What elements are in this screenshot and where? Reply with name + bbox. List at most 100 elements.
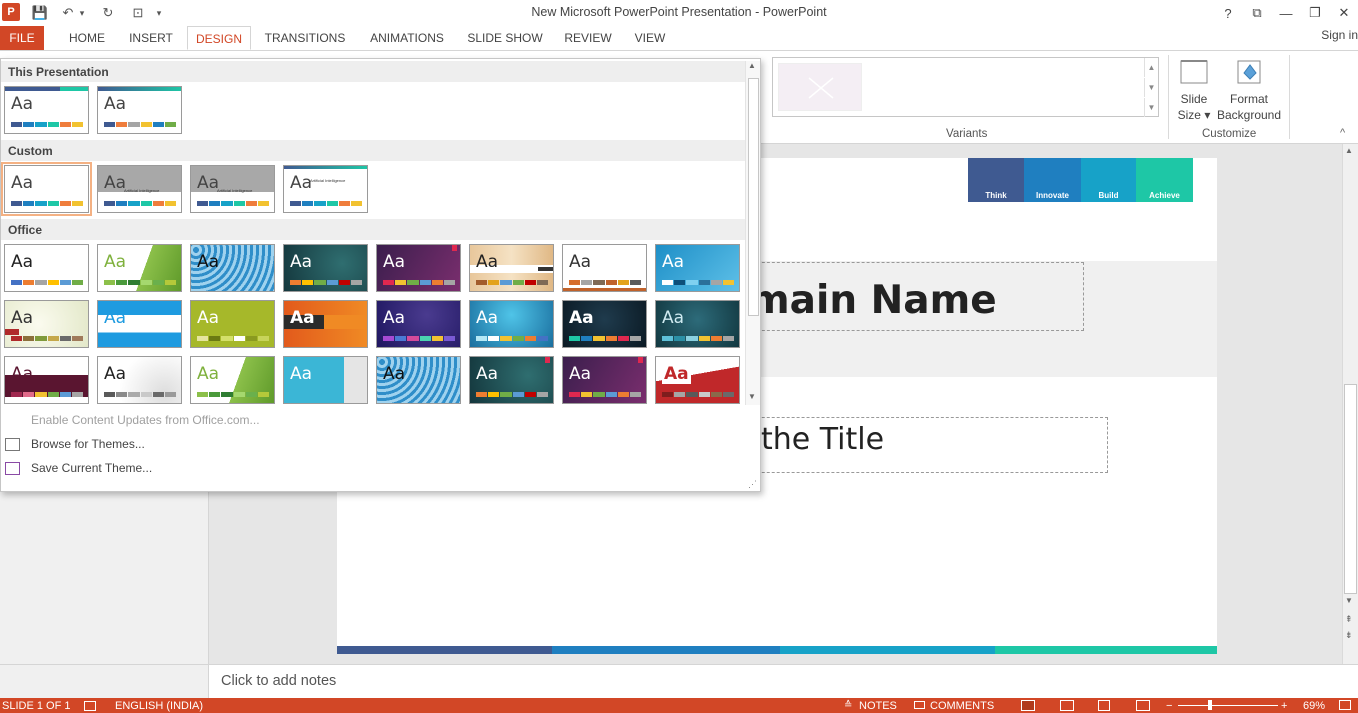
save-current-theme-item[interactable]: Save Current Theme... [31,461,152,475]
tile-build: Build [1081,158,1136,202]
variant-thumbnail[interactable] [778,63,862,111]
slide-sorter-icon[interactable] [1060,700,1074,711]
browse-for-themes-item[interactable]: Browse for Themes... [31,437,145,451]
theme-office-6[interactable]: Aa [469,244,554,292]
notes-pane[interactable]: Click to add notes [0,664,1358,699]
theme-office-2[interactable]: Aa [97,244,182,292]
theme-custom-3[interactable]: Aa Artificial Intelligence [190,165,275,213]
sign-in-link[interactable]: Sign in [1321,28,1358,42]
close-icon[interactable]: ✕ [1330,2,1358,24]
variants-group-label: Variants [946,128,988,140]
theme-custom-4[interactable]: Aa Artificial Intelligence [283,165,368,213]
tab-file[interactable]: FILE [0,26,44,50]
theme-office-9[interactable]: Aa [4,300,89,348]
theme-office-22[interactable]: Aa [469,356,554,404]
collapse-ribbon-icon[interactable]: ^ [1340,127,1345,139]
theme-office-10[interactable]: Aa [97,300,182,348]
theme-office-7[interactable]: Aa [562,244,647,292]
title-bar: P 💾 ↶ ▾ ↻ ⊡ ▾ New Microsoft PowerPoint P… [0,0,1358,26]
zoom-level[interactable]: 69% [1303,700,1325,712]
fit-to-window-icon[interactable] [1339,700,1351,710]
scroll-up-icon[interactable]: ▲ [1345,146,1353,155]
theme-office-21[interactable]: Aa [376,356,461,404]
slide-subtitle-text[interactable]: the Title [761,422,884,457]
spell-check-icon[interactable] [84,701,96,711]
gallery-resize-handle[interactable]: ⋰ [748,479,757,490]
theme-office-4[interactable]: Aa [283,244,368,292]
status-bar: SLIDE 1 OF 1 ENGLISH (INDIA) ≙ NOTES COM… [0,698,1358,713]
theme-office-12[interactable]: Aa [283,300,368,348]
theme-aa: Aa [11,252,34,272]
variants-scroll-up-icon[interactable]: ▲ [1144,58,1158,77]
theme-office-14[interactable]: Aa [469,300,554,348]
slide-counter[interactable]: SLIDE 1 OF 1 [2,700,70,712]
variants-more-icon[interactable]: ▼ [1144,98,1158,117]
theme-office-5[interactable]: Aa [376,244,461,292]
next-slide-icon[interactable]: ⇟ [1345,630,1353,641]
minimize-icon[interactable]: — [1272,2,1300,24]
zoom-slider-handle[interactable] [1208,700,1212,710]
format-background-button[interactable]: Format Background [1214,57,1284,123]
theme-aa: Aa [11,308,34,328]
tab-review[interactable]: REVIEW [560,26,616,50]
tab-animations[interactable]: ANIMATIONS [364,26,450,50]
theme-office-19[interactable]: Aa [190,356,275,404]
ribbon-display-options-icon[interactable]: ⧉ [1243,2,1271,24]
theme-office-16[interactable]: Aa [655,300,740,348]
theme-custom-2[interactable]: Aa Artificial Intelligence [97,165,182,213]
theme-aa: Aa [290,364,313,384]
reading-view-icon[interactable] [1098,700,1110,711]
theme-aa: Aa [197,308,220,328]
notes-button[interactable]: NOTES [859,700,897,712]
tab-insert[interactable]: INSERT [124,26,178,50]
custom-caption-4: Artificial Intelligence [310,178,346,183]
tab-home[interactable]: HOME [58,26,116,50]
theme-office-8[interactable]: Aa [655,244,740,292]
variants-gallery[interactable]: ▲ ▼ ▼ [772,57,1159,117]
theme-custom-1[interactable]: Aa [1,162,92,216]
theme-office-15[interactable]: Aa [562,300,647,348]
theme-office-1[interactable]: Aa [4,244,89,292]
zoom-out-icon[interactable]: − [1166,700,1172,712]
theme-this-presentation-2[interactable]: Aa [97,86,182,134]
group-divider [1168,55,1169,139]
gallery-scroll-down-icon[interactable]: ▼ [748,392,756,401]
theme-office-20[interactable]: Aa [283,356,368,404]
theme-aa: Aa [476,252,499,272]
help-icon[interactable]: ? [1214,2,1242,24]
theme-office-18[interactable]: Aa [97,356,182,404]
slide-title-text[interactable]: main Name [749,278,997,323]
slide-show-icon[interactable] [1136,700,1150,711]
gallery-scrollbar[interactable]: ▲ ▼ [745,61,760,405]
section-office: Office [1,219,745,240]
tab-design[interactable]: DESIGN [187,26,251,50]
gallery-scroll-up-icon[interactable]: ▲ [748,61,756,70]
notes-placeholder[interactable]: Click to add notes [221,673,336,689]
tab-view[interactable]: VIEW [630,26,670,50]
variants-scroll-down-icon[interactable]: ▼ [1144,78,1158,97]
zoom-slider[interactable] [1178,705,1278,706]
normal-view-icon[interactable] [1021,700,1035,711]
restore-icon[interactable]: ❐ [1301,2,1329,24]
scrollbar-thumb[interactable] [1344,384,1357,594]
format-background-icon [1237,60,1261,84]
scroll-down-icon[interactable]: ▼ [1345,596,1353,605]
zoom-in-icon[interactable]: + [1281,700,1287,712]
theme-office-11[interactable]: Aa [190,300,275,348]
language-indicator[interactable]: ENGLISH (INDIA) [115,700,203,712]
gallery-scrollbar-thumb[interactable] [748,78,759,316]
theme-office-23[interactable]: Aa [562,356,647,404]
format-background-label: Format [1229,92,1268,106]
vertical-scrollbar[interactable]: ▲ ▼ ⇞ ⇟ [1342,144,1358,664]
comments-button[interactable]: COMMENTS [930,700,994,712]
theme-office-17[interactable]: Aa [4,356,89,404]
theme-office-13[interactable]: Aa [376,300,461,348]
theme-aa: Aa [104,173,127,193]
theme-office-3[interactable]: Aa [190,244,275,292]
previous-slide-icon[interactable]: ⇞ [1345,614,1353,625]
theme-office-24[interactable]: Aa [655,356,740,404]
tab-transitions[interactable]: TRANSITIONS [260,26,350,50]
slide-size-button[interactable]: Slide Size ▾ [1172,57,1216,123]
theme-this-presentation-1[interactable]: Aa [4,86,89,134]
tab-slide-show[interactable]: SLIDE SHOW [464,26,546,50]
